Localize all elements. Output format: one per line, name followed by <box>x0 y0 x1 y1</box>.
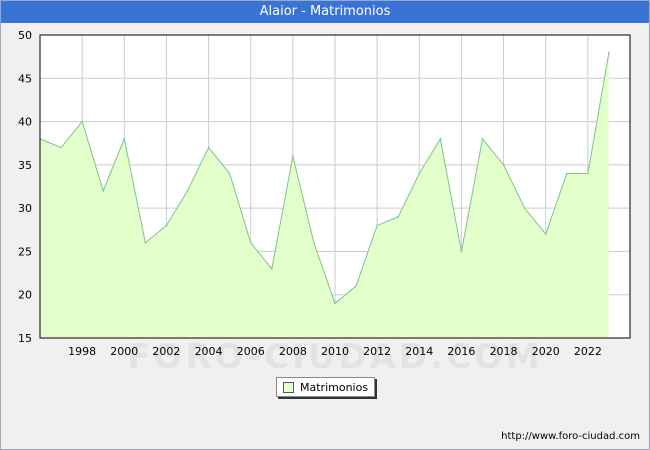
x-tick-label: 2022 <box>574 345 602 358</box>
data-point <box>270 267 273 270</box>
legend: Matrimonios <box>276 377 376 397</box>
y-tick-label: 45 <box>18 72 32 85</box>
footer-url: http://www.foro-ciudad.com <box>501 431 640 442</box>
x-tick-label: 1998 <box>68 345 96 358</box>
data-point <box>292 155 294 157</box>
data-point <box>334 302 336 305</box>
data-point <box>144 241 147 244</box>
data-point <box>418 172 421 175</box>
data-point <box>123 138 126 140</box>
y-tick-label: 25 <box>18 245 32 258</box>
data-point <box>102 190 105 192</box>
data-point <box>481 138 484 140</box>
data-point <box>355 285 357 287</box>
legend-swatch <box>283 381 294 393</box>
data-point <box>565 172 568 175</box>
y-tick-label: 30 <box>18 202 32 215</box>
y-tick-label: 15 <box>18 332 32 345</box>
watermark-text: FORO-CIUDAD.COM <box>127 337 543 377</box>
legend-label: Matrimonios <box>300 380 369 394</box>
data-point <box>165 224 168 227</box>
data-point <box>502 164 505 166</box>
data-point <box>544 233 547 235</box>
y-tick-label: 40 <box>18 116 32 129</box>
data-point <box>460 250 463 253</box>
data-point <box>608 51 610 54</box>
data-point <box>523 207 526 209</box>
data-point <box>207 146 210 149</box>
data-point <box>81 120 83 123</box>
y-tick-label: 20 <box>18 289 32 302</box>
data-point <box>376 224 378 227</box>
data-point <box>249 241 252 244</box>
data-point <box>186 190 189 192</box>
data-point <box>587 172 589 175</box>
data-point <box>313 241 315 244</box>
data-point <box>397 216 400 218</box>
data-point <box>439 138 442 140</box>
y-tick-label: 50 <box>18 29 32 42</box>
y-tick-label: 35 <box>18 159 32 172</box>
data-point <box>228 172 231 175</box>
data-point <box>60 146 62 149</box>
